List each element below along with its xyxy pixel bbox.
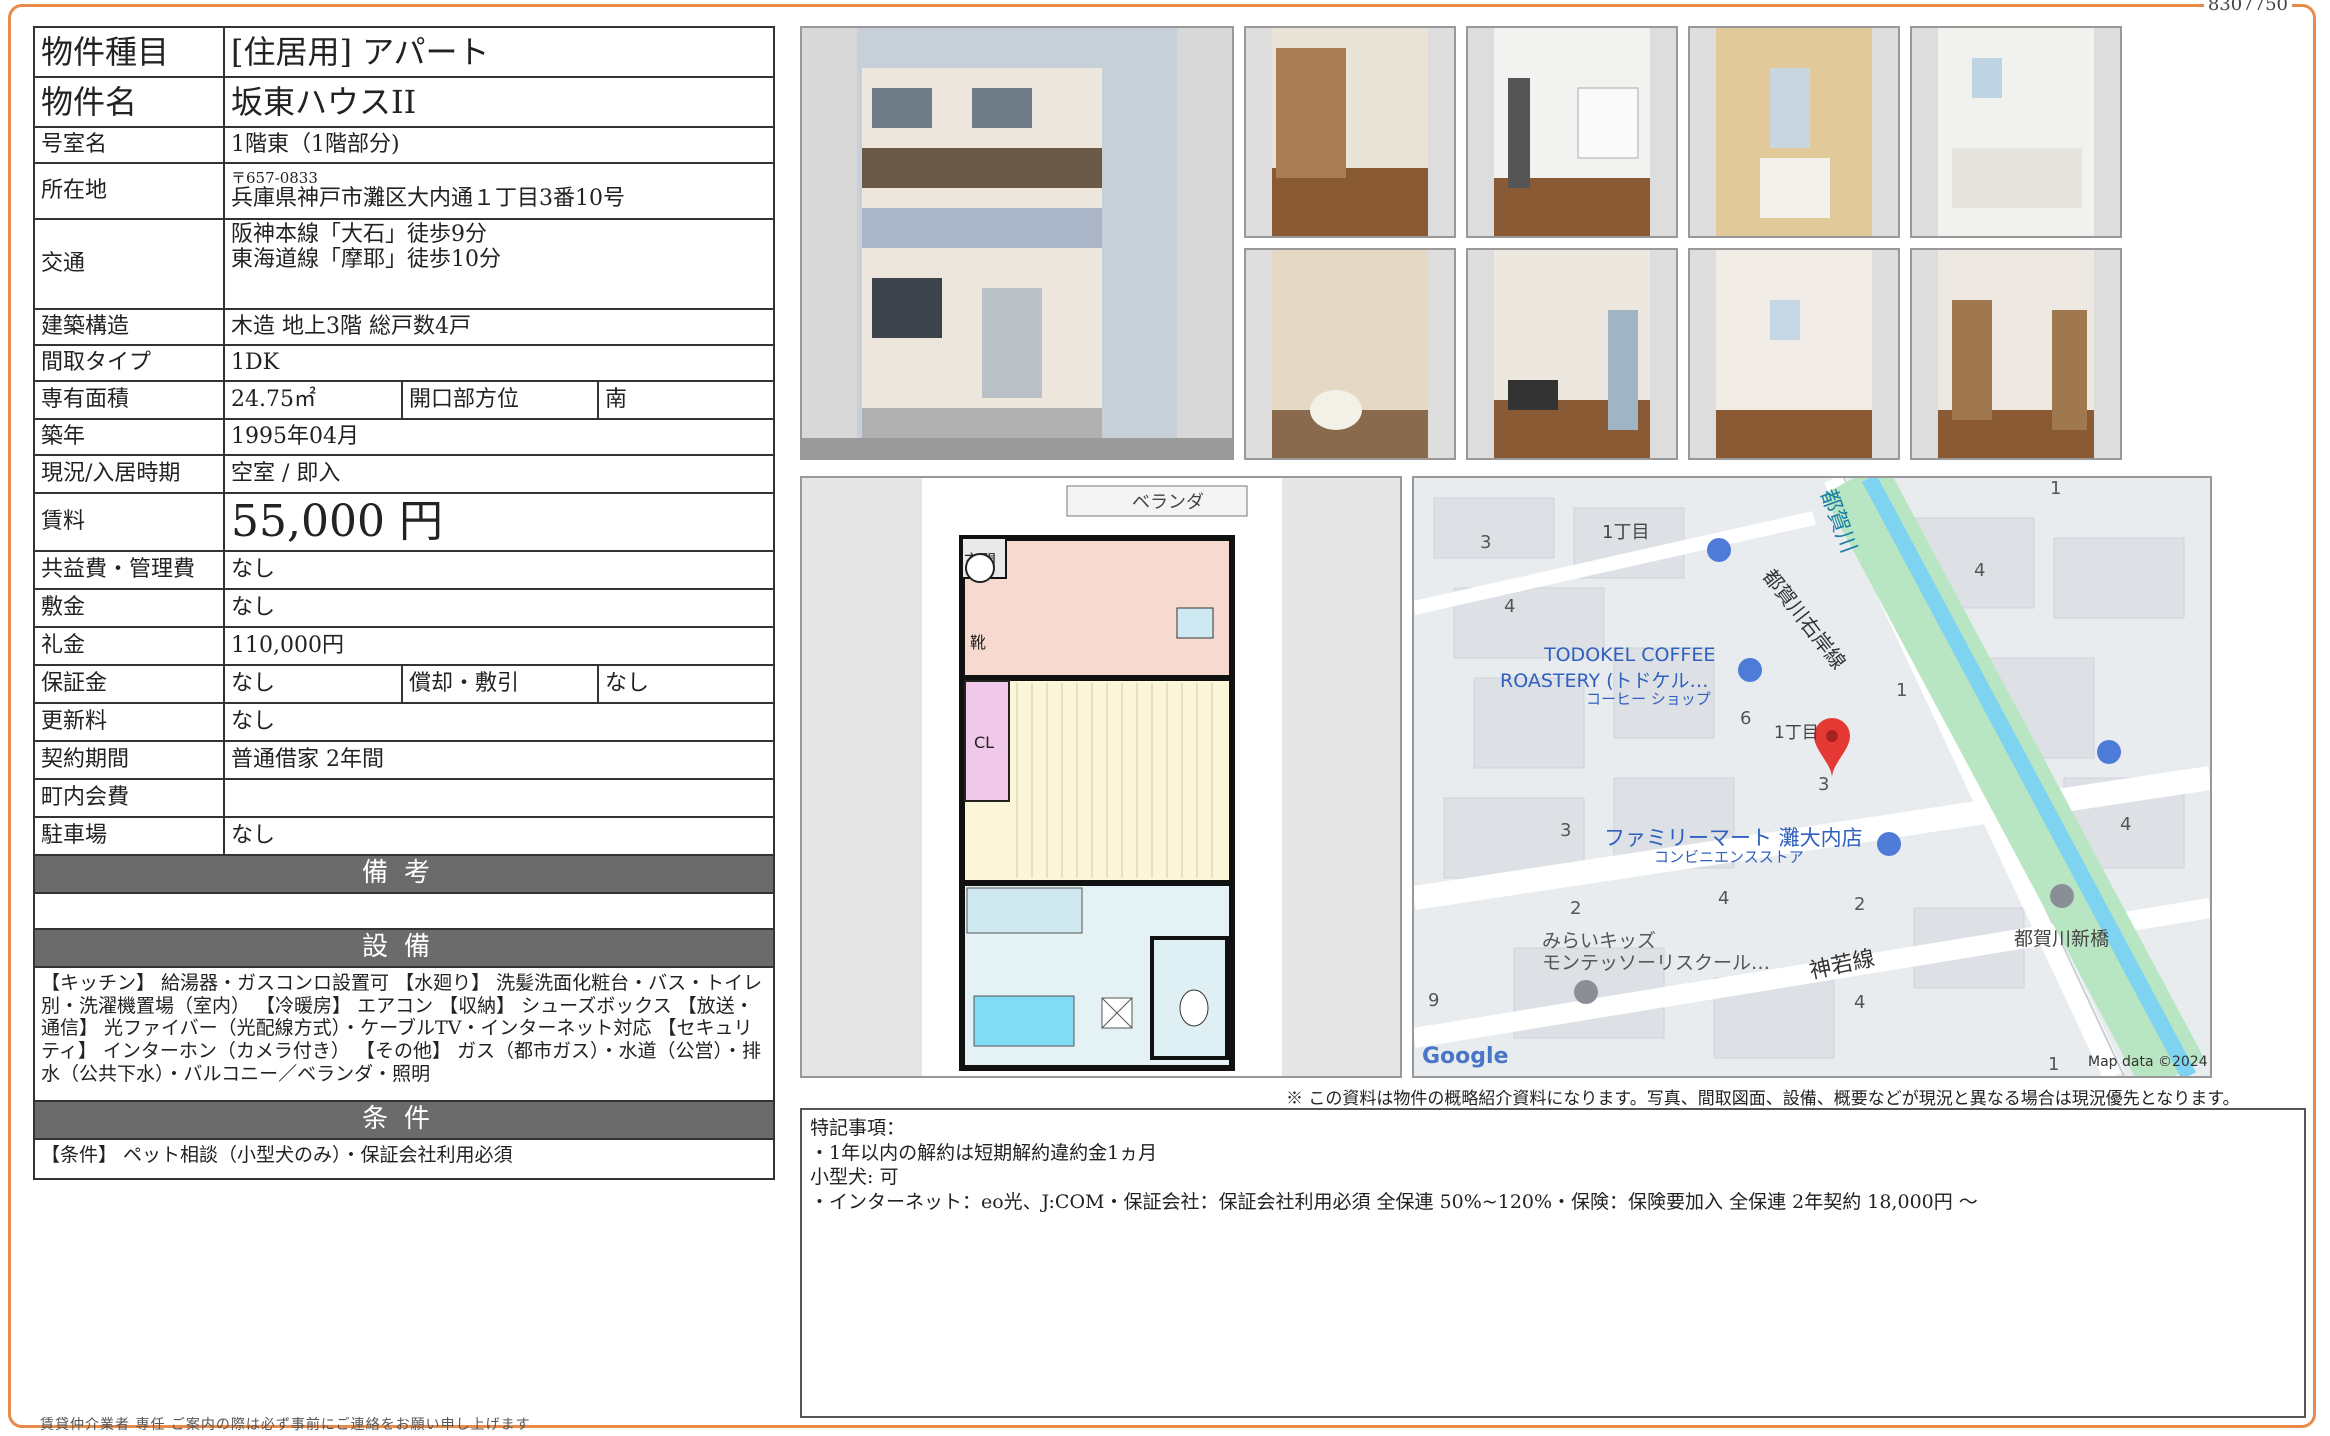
- term-value: 普通借家 2年間: [223, 740, 775, 780]
- renewal-value: なし: [223, 702, 775, 742]
- access-line-2: 東海道線「摩耶」徒歩10分: [231, 247, 501, 273]
- interior-photo-3: [1688, 26, 1900, 238]
- access-label: 交通: [33, 218, 225, 310]
- floor-plan: ベランダ 玄関 靴 CL: [800, 476, 1402, 1078]
- structure-label: 建築構造: [33, 308, 225, 346]
- map-num-10: 2: [1570, 898, 1582, 919]
- interior-photo-4: [1910, 26, 2122, 238]
- closet-label: CL: [974, 733, 994, 752]
- access-line-1: 阪神本線「大石」徒歩9分: [231, 222, 487, 247]
- property-spec-table: 物件種目 [住居用] アパート 物件名 坂東ハウスII 号室名 1階東（1階部分…: [33, 26, 775, 1180]
- common-fee-value: なし: [223, 550, 775, 590]
- type-value: [住居用] アパート: [223, 26, 775, 78]
- common-fee-label: 共益費・管理費: [33, 550, 225, 590]
- renewal-label: 更新料: [33, 702, 225, 742]
- interior-photo-2: [1466, 26, 1678, 238]
- map-num-11: 4: [1718, 888, 1730, 909]
- map-label-cafe-1: TODOKEL COFFEE: [1544, 644, 1716, 666]
- map-num-4: 4: [1504, 596, 1516, 617]
- amortization-value: なし: [597, 664, 775, 704]
- address-label: 所在地: [33, 162, 225, 220]
- map-num-9: 4: [2120, 814, 2132, 835]
- location-map: 都賀川 1丁目 TODOKEL COFFEE ROASTERY (トドケル… コ…: [1412, 476, 2212, 1078]
- remarks-header: 備考: [33, 854, 775, 894]
- room-value: 1階東（1階部分): [223, 126, 775, 164]
- map-attribution: Map data ©2024: [2088, 1054, 2208, 1070]
- map-label-conbini: コンビニエンスストア: [1654, 848, 1804, 866]
- interior-photo-1: [1244, 26, 1456, 238]
- postal-code: 〒657-0833: [231, 168, 318, 187]
- disclaimer-note: ※ この資料は物件の概略紹介資料になります。写真、間取図面、設備、概要などが現況…: [1286, 1089, 2240, 1109]
- guarantee-value: なし: [223, 664, 403, 704]
- deposit-label: 敷金: [33, 588, 225, 628]
- remarks-body: [33, 891, 775, 930]
- document-number: 8307750: [2203, 0, 2292, 15]
- guarantee-label: 保証金: [33, 664, 225, 704]
- area-label: 専有面積: [33, 380, 225, 420]
- town-fee-label: 町内会費: [33, 778, 225, 818]
- rent-label: 賃料: [33, 492, 225, 552]
- parking-value: なし: [223, 816, 775, 856]
- map-label-school: モンテッソーリスクール…: [1542, 952, 1771, 974]
- map-num-1: 1: [2050, 478, 2062, 499]
- town-fee-value: [223, 778, 775, 818]
- term-label: 契約期間: [33, 740, 225, 780]
- layout-value: 1DK: [223, 344, 775, 382]
- map-num-2: 3: [1480, 532, 1492, 553]
- veranda-label: ベランダ: [1132, 492, 1204, 513]
- interior-photo-6: [1466, 248, 1678, 460]
- map-num-12: 2: [1854, 894, 1866, 915]
- map-num-14: 4: [1854, 992, 1866, 1013]
- map-label-1chome-2: 1丁目: [1774, 723, 1819, 743]
- structure-value: 木造 地上3階 総戸数4戸: [223, 308, 775, 346]
- name-value: 坂東ハウスII: [223, 76, 775, 128]
- google-logo: Google: [1422, 1044, 1509, 1069]
- map-label-cafe-3: コーヒー ショップ: [1586, 690, 1711, 708]
- conditions-text: 【条件】 ペット相談（小型犬のみ）・保証会社利用必須: [33, 1137, 775, 1180]
- area-value: 24.75㎡: [223, 380, 403, 420]
- direction-value: 南: [597, 380, 775, 420]
- conditions-header: 条件: [33, 1099, 775, 1140]
- room-label: 号室名: [33, 126, 225, 164]
- map-num-5: 1: [1896, 680, 1908, 701]
- interior-photo-7: [1688, 248, 1900, 460]
- name-label: 物件名: [33, 76, 225, 128]
- layout-label: 間取タイプ: [33, 344, 225, 382]
- building-exterior-photo: [800, 26, 1234, 460]
- special-notes-box: 特記事項： ・1年以内の解約は短期解約違約金1ヵ月 小型犬: 可 ・インターネッ…: [800, 1108, 2306, 1418]
- special-notes-line-2: 小型犬: 可: [810, 1166, 899, 1189]
- equipment-text: 【キッチン】 給湯器・ガスコンロ設置可 【水廻り】 洗髪洗面化粧台・バス・トイレ…: [33, 965, 775, 1102]
- special-notes-title: 特記事項：: [810, 1117, 906, 1139]
- map-label-1chome: 1丁目: [1602, 522, 1650, 543]
- built-label: 築年: [33, 418, 225, 456]
- special-notes-line-1: ・1年以内の解約は短期解約違約金1ヵ月: [810, 1141, 1158, 1164]
- key-money-label: 礼金: [33, 626, 225, 666]
- map-label-bridge: 都賀川新橋: [2014, 928, 2110, 950]
- status-label: 現況/入居時期: [33, 454, 225, 494]
- status-value: 空室 / 即入: [223, 454, 775, 494]
- map-num-3: 4: [1974, 560, 1986, 581]
- amortization-label: 償却・敷引: [401, 664, 599, 704]
- rent-value: 55,000 円: [223, 492, 775, 552]
- type-label: 物件種目: [33, 26, 225, 78]
- interior-photo-5: [1244, 248, 1456, 460]
- map-num-6: 6: [1740, 708, 1752, 729]
- special-notes-line-3: ・インターネット：eo光、J:COM・保証会社：保証会社利用必須 全保連 50%…: [810, 1191, 1978, 1214]
- interior-photo-8: [1910, 248, 2122, 460]
- shoe-box-label: 靴: [970, 633, 986, 652]
- footer-text: 賃貸仲介業者 専任 ご案内の際は必ず事前にご連絡をお願い申し上げます: [40, 1417, 531, 1433]
- parking-label: 駐車場: [33, 816, 225, 856]
- address-value: 兵庫県神戸市灘区大内通１丁目3番10号: [231, 185, 625, 211]
- equipment-header: 設備: [33, 927, 775, 968]
- deposit-value: なし: [223, 588, 775, 628]
- built-value: 1995年04月: [223, 418, 775, 456]
- map-num-13: 9: [1428, 990, 1440, 1011]
- map-num-7: 3: [1818, 774, 1830, 795]
- direction-label: 開口部方位: [401, 380, 599, 420]
- key-money-value: 110,000円: [223, 626, 775, 666]
- map-num-15: 1: [2048, 1054, 2060, 1075]
- map-num-8: 3: [1560, 820, 1572, 841]
